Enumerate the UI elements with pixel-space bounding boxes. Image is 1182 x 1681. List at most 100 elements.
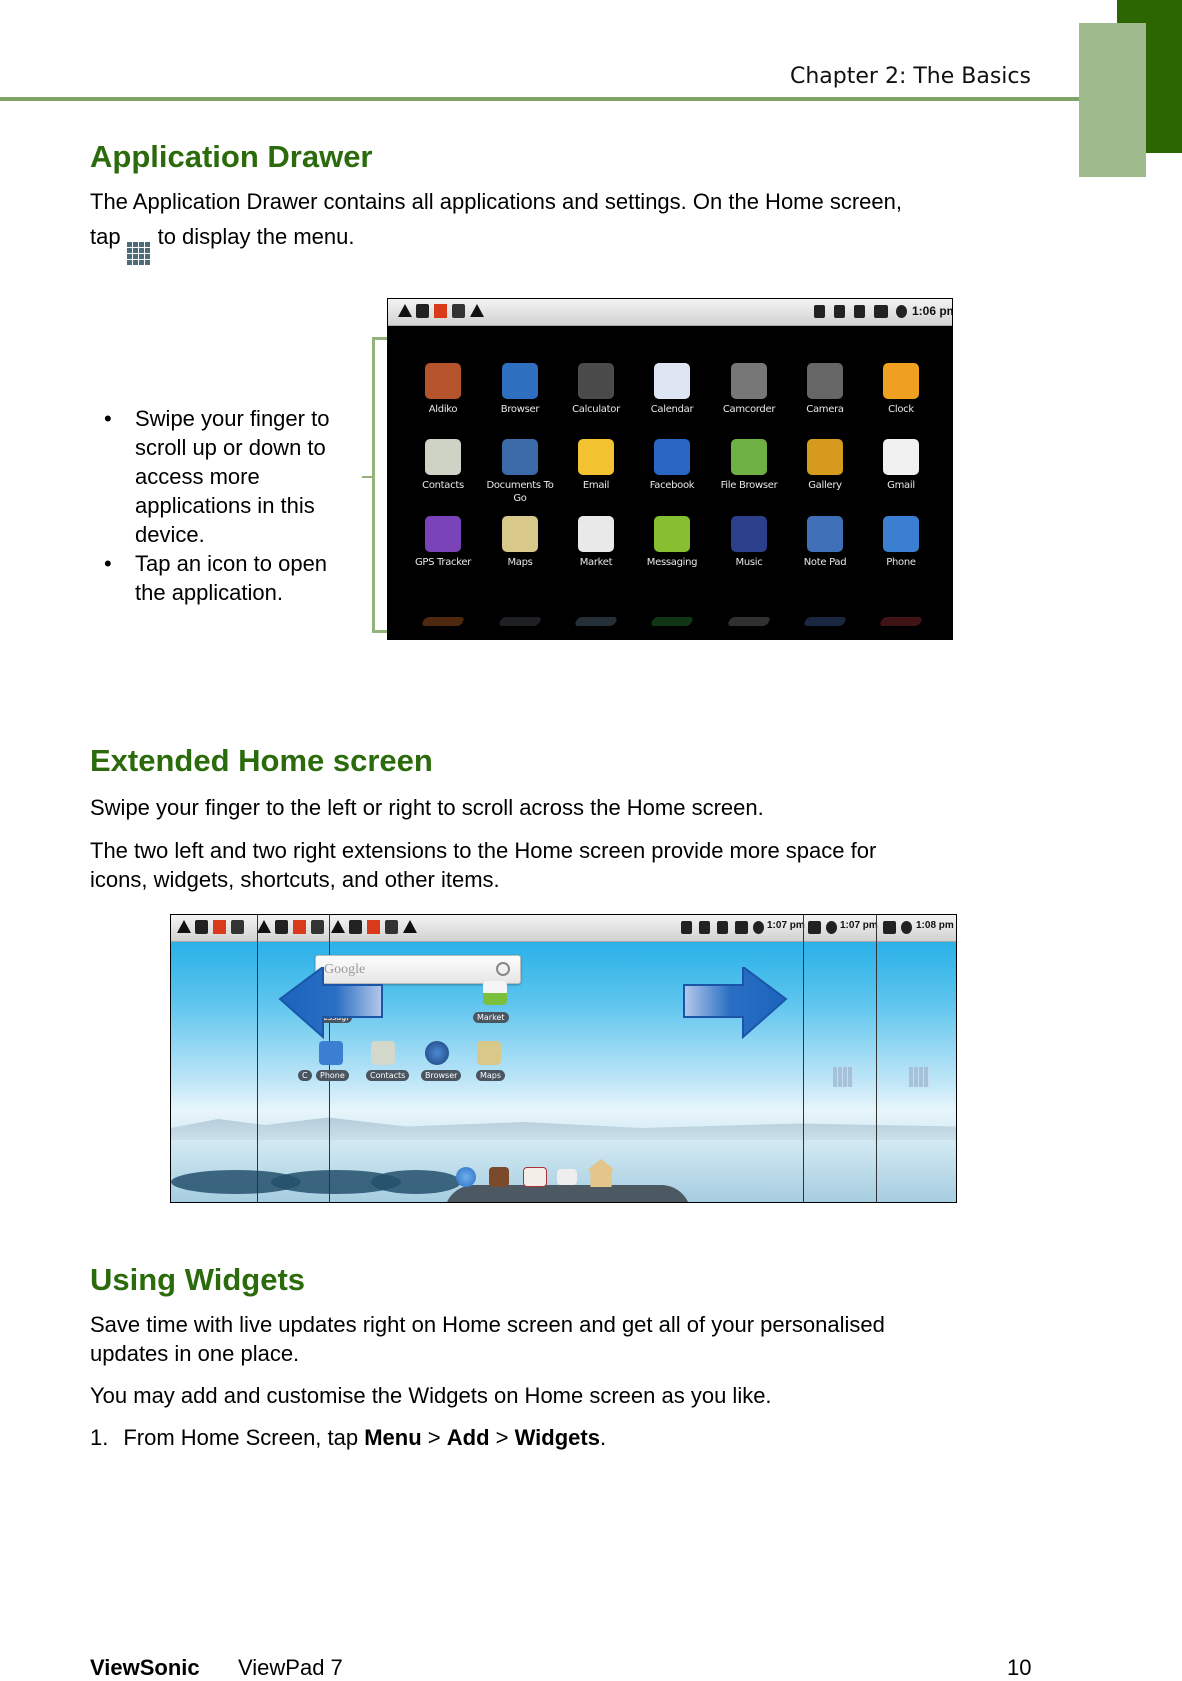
bracket-bottom [372,630,388,633]
calculator-icon [578,363,614,399]
app-icon-item[interactable]: File Browser [711,439,787,492]
search-icon [496,962,510,976]
bullet-dot: • [104,406,112,431]
camera-icon [807,363,843,399]
app-label: Documents To Go [486,480,554,504]
bullet-item: • Tap an icon to open the application. [104,549,364,607]
market-icon [578,516,614,552]
panel-divider [876,915,877,1202]
battery-icon [808,921,821,934]
dock-book-icon[interactable] [523,1167,547,1187]
menu-term: Menu [364,1425,422,1450]
app-icon-item[interactable]: Camcorder [711,363,787,416]
chapter-title: Chapter 2: The Basics [790,64,1031,89]
widgets-term: Widgets [514,1425,600,1450]
status-time: 1:07 pm [840,920,878,931]
app-icon-item[interactable]: Browser [482,363,558,416]
app-icon-item[interactable]: Clock [863,363,939,416]
app-label: Calculator [572,404,620,415]
alarm-icon [826,921,837,934]
faded-app-icon [726,617,772,626]
section-heading-widgets: Using Widgets [90,1262,306,1297]
status-time: 1:07 pm [767,920,805,931]
app-label: GPS Tracker [414,557,472,568]
app-icon-item[interactable]: GPS Tracker [405,516,481,569]
home-icon[interactable] [587,1159,615,1187]
app-label: Browser [500,404,540,415]
email-icon [578,439,614,475]
gps-tracker-icon [425,516,461,552]
note-pad-icon [807,516,843,552]
app-icon-item[interactable]: Camera [787,363,863,416]
contacts-icon[interactable] [371,1041,395,1065]
dock-media-icon[interactable] [489,1167,509,1187]
app-label: Gmail [887,480,915,491]
phone-icon [883,516,919,552]
app-label: Gallery [808,480,842,491]
app-icon-item[interactable]: Contacts [405,439,481,492]
faded-app-icon [649,617,695,626]
app-icon-item[interactable]: Gmail [863,439,939,492]
footer-model: ViewPad 7 [238,1655,343,1680]
status-time: 1:08 pm [916,920,954,931]
bracket-pointer [362,476,374,478]
usb-icon [311,920,324,934]
app-grid-icon [126,242,150,265]
maps-icon[interactable] [477,1041,501,1065]
header-rule [0,97,1080,101]
app-icon-item[interactable]: Phone [863,516,939,569]
app-label: Email [582,480,610,491]
maps-label: Maps [476,1070,506,1081]
alarm-icon [753,921,764,934]
warning-icon [470,304,484,317]
app-icon-item[interactable]: Calculator [558,363,634,416]
app-label: Note Pad [803,557,847,568]
app-icon-item[interactable]: Music [711,516,787,569]
phone-icon[interactable] [319,1041,343,1065]
app-icon-item[interactable]: Aldiko [405,363,481,416]
bullet-line: access more [135,464,260,489]
footer-brand: ViewSonic [90,1655,200,1680]
chat-icon [349,920,362,934]
app-icon-item[interactable]: Messaging [634,516,710,569]
warning-icon [257,920,271,933]
app-icon-item[interactable]: Facebook [634,439,710,492]
app-drawer-screenshot: 1:06 pm Aldiko Browser Calculator Calendar C… [387,298,953,640]
app-icon-item[interactable]: Documents To Go [482,439,558,505]
market-icon[interactable] [483,981,507,1005]
missed-call-icon [434,304,447,318]
app-label: Contacts [422,480,464,491]
app-icon-item[interactable]: Calendar [634,363,710,416]
drawer-bullet-list: • Swipe your finger to scroll up or down… [104,404,364,607]
bullet-line: Tap an icon to open [135,551,328,576]
status-bar: 1:07 pm 1:07 pm 1:08 pm [171,915,956,942]
contacts-label: Contacts [366,1070,410,1081]
chat-icon [195,920,208,934]
warning-icon [331,920,345,933]
dock-browser-icon[interactable] [456,1167,476,1187]
browser-icon[interactable] [425,1041,449,1065]
sd-card-icon [834,305,845,318]
app-icon-item[interactable]: Market [558,516,634,569]
gallery-icon [807,439,843,475]
bullet-line: the application. [135,580,283,605]
app-icon-item[interactable]: Gallery [787,439,863,492]
warning-icon [403,920,417,933]
signal-icon [854,305,865,318]
widgets-para1-line2: updates in one place. [90,1341,300,1366]
app-label: Clock [888,404,914,415]
step-sep: > [489,1425,515,1450]
facebook-icon [654,439,690,475]
app-icon-item[interactable]: Maps [482,516,558,569]
app-icon-item[interactable]: Note Pad [787,516,863,569]
app-icon-item[interactable]: Email [558,439,634,492]
home-screen-screenshot: 1:07 pm 1:07 pm 1:08 pm Google Market es… [170,914,957,1203]
widgets-step-1: 1. From Home Screen, tap Menu > Add > Wid… [90,1423,606,1452]
app-label: Calendar [650,404,694,415]
faded-app-icon [497,617,543,626]
file-browser-icon [731,439,767,475]
dock-email-icon[interactable] [557,1169,577,1185]
widgets-para1-line1: Save time with live updates right on Hom… [90,1312,885,1337]
alarm-icon [896,305,907,318]
signal-icon [717,921,728,934]
